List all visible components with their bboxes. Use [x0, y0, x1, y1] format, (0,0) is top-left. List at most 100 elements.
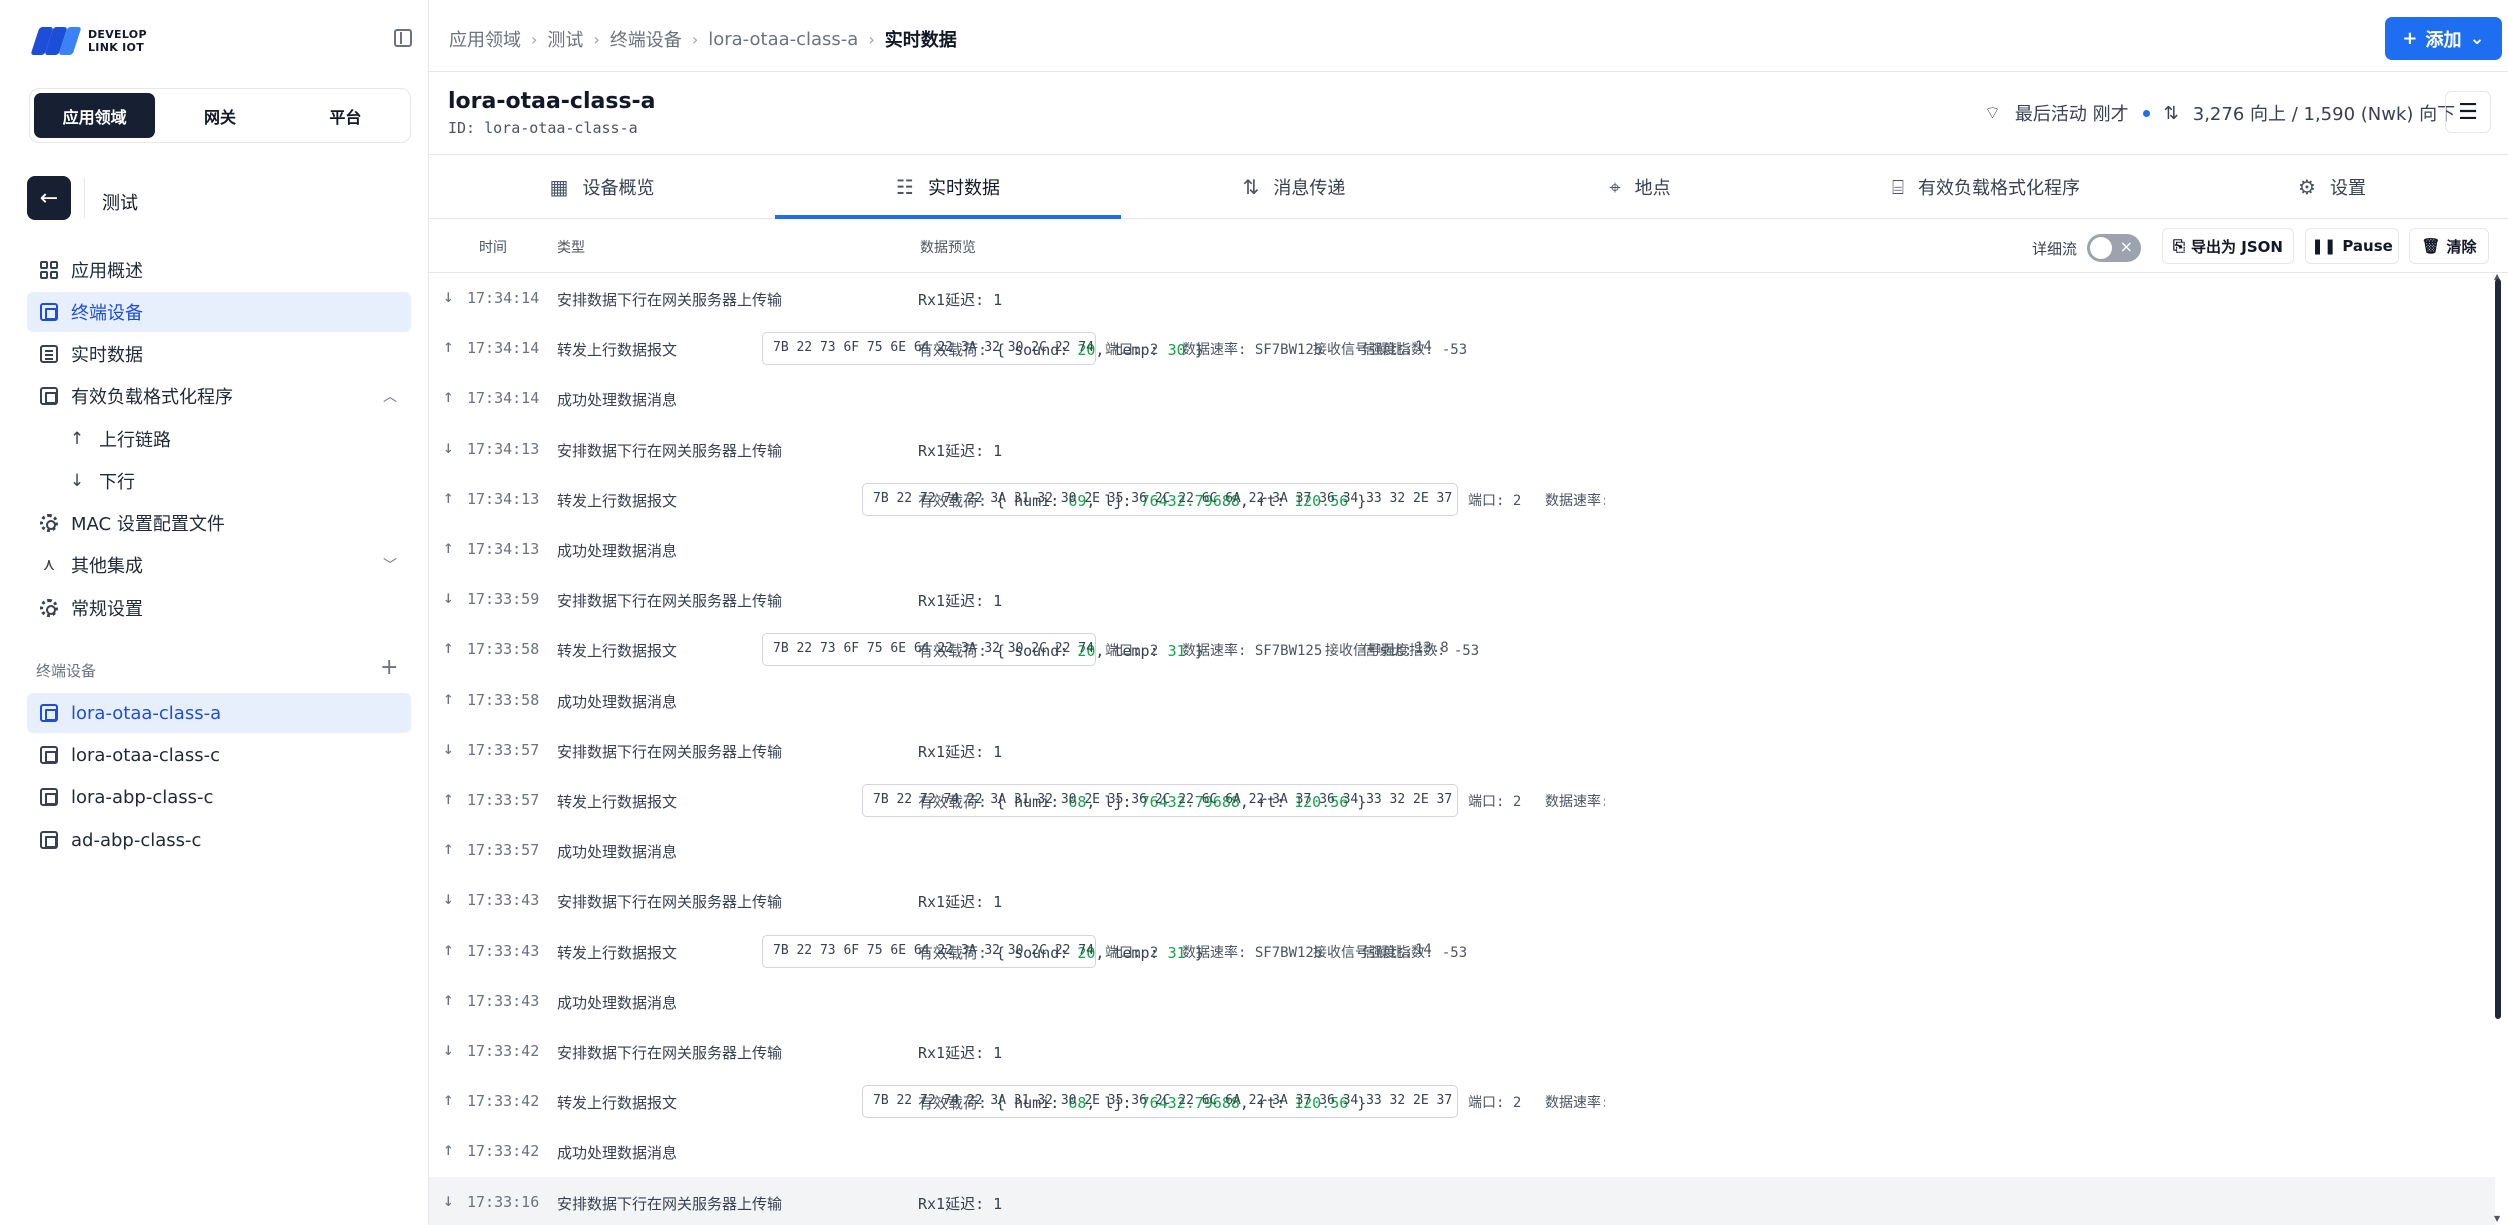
sidebar-item-app-overview[interactable]: 应用概述	[27, 250, 411, 290]
event-type: 安排数据下行在网关服务器上传输	[557, 742, 783, 761]
event-row[interactable]: ↑ 17:34:13 成功处理数据消息	[429, 524, 2495, 574]
event-preview: Rx1延迟: 1	[918, 742, 1003, 761]
clear-button[interactable]: 🗑 清除	[2409, 228, 2489, 264]
chevron-right-icon: ›	[531, 29, 538, 49]
event-row[interactable]: ↑ 17:33:57 成功处理数据消息	[429, 825, 2495, 875]
event-row[interactable]: ↑ 17:33:43 转发上行数据报文 有效载荷: { sound: 20, temp…	[429, 926, 2495, 976]
arrow-up-icon: ↑	[443, 988, 454, 1010]
tab-live-data[interactable]: ☷ 实时数据	[775, 155, 1121, 219]
event-row[interactable]: ↓ 17:33:59 安排数据下行在网关服务器上传输 Rx1延迟: 1	[429, 574, 2495, 624]
breadcrumb-item[interactable]: 测试	[547, 26, 583, 52]
breadcrumb-item[interactable]: 终端设备	[610, 26, 682, 52]
tab-payload-formatters[interactable]: ⌸ 有效负载格式化程序	[1813, 155, 2159, 218]
pause-button[interactable]: ❚❚ Pause	[2305, 228, 2399, 264]
scope-switcher: 应用领域 网关 平台	[29, 88, 411, 143]
raw-payload-hex[interactable]: 7B 22 73 6F 75 6E 64 22 3A 32 30 2C 22 7…	[762, 934, 1096, 968]
event-row[interactable]: ↓ 17:34:13 安排数据下行在网关服务器上传输 Rx1延迟: 1	[429, 424, 2495, 474]
add-device-icon[interactable]: +	[380, 655, 398, 680]
event-row[interactable]: ↓ 17:33:16 安排数据下行在网关服务器上传输 Rx1延迟: 1	[429, 1176, 2495, 1225]
event-row[interactable]: ↑ 17:34:14 转发上行数据报文 有效载荷: { sound: 20, temp…	[429, 323, 2495, 373]
event-type: 转发上行数据报文	[557, 341, 678, 360]
event-time: 17:33:59	[467, 590, 540, 609]
event-row[interactable]: ↑ 17:33:42 成功处理数据消息	[429, 1126, 2495, 1176]
data-rate: 数据速率: SF7BW125	[1545, 492, 1605, 509]
hamburger-menu-button[interactable]: ☰	[2445, 91, 2491, 133]
sidebar-item-integrations[interactable]: ⋏ 其他集成 ﹀	[27, 545, 411, 585]
sidebar-item-live-data[interactable]: 实时数据	[27, 334, 411, 374]
tab-location[interactable]: ⌖ 地点	[1467, 155, 1813, 218]
breadcrumb-item[interactable]: 应用领域	[449, 26, 521, 52]
device-item-ad-abp-class-c[interactable]: ad-abp-class-c	[27, 820, 411, 860]
segment-applications[interactable]: 应用领域	[34, 93, 156, 138]
sidebar-collapse-icon[interactable]	[394, 29, 412, 47]
device-item-lora-abp-class-c[interactable]: lora-abp-class-c	[27, 777, 411, 817]
export-json-button[interactable]: ⎘ 导出为 JSON	[2162, 228, 2294, 264]
event-row[interactable]: ↓ 17:33:42 安排数据下行在网关服务器上传输 Rx1延迟: 1	[429, 1026, 2495, 1076]
updown-icon: ⇅	[2163, 102, 2179, 124]
tab-label: 实时数据	[927, 177, 1000, 199]
event-type: 成功处理数据消息	[557, 391, 678, 410]
back-button[interactable]: ←	[27, 176, 71, 220]
event-type: 成功处理数据消息	[557, 843, 678, 862]
breadcrumb-item[interactable]: lora-otaa-class-a	[708, 29, 858, 50]
events-toolbar: 时间 类型 数据预览 详细流 × ⎘ 导出为 JSON ❚❚ Pause 🗑 清…	[429, 219, 2508, 273]
raw-payload-hex[interactable]: 7B 22 72 74 22 3A 31 32 30 2E 35 36 2C 2…	[862, 784, 1458, 817]
event-type: 转发上行数据报文	[557, 1094, 678, 1113]
sidebar-item-payload-formatters[interactable]: 有效负载格式化程序 ︿	[27, 376, 411, 416]
chevron-up-icon: ︿	[383, 389, 397, 405]
data-rate: 数据速率: SF7BW125	[1182, 643, 1323, 660]
segment-gateways[interactable]: 网关	[159, 93, 280, 138]
tab-label: 设备概览	[582, 177, 655, 199]
event-row[interactable]: ↑ 17:34:14 成功处理数据消息	[429, 373, 2495, 423]
event-type: 安排数据下行在网关服务器上传输	[557, 592, 783, 611]
tab-messaging[interactable]: ⇅ 消息传递	[1121, 155, 1467, 218]
add-button[interactable]: + 添加 ⌄	[2385, 17, 2502, 60]
verbose-toggle[interactable]: ×	[2087, 234, 2142, 262]
chip-icon	[39, 787, 59, 807]
sidebar-item-general-settings[interactable]: 常规设置	[27, 588, 411, 628]
arrow-up-icon: ↑	[443, 838, 454, 860]
event-row[interactable]: ↓ 17:34:14 安排数据下行在网关服务器上传输 Rx1延迟: 1	[429, 273, 2495, 323]
event-time: 17:34:14	[467, 389, 540, 408]
arrow-up-icon: ↑	[443, 938, 454, 960]
event-row[interactable]: ↓ 17:33:57 安排数据下行在网关服务器上传输 Rx1延迟: 1	[429, 725, 2495, 775]
arrow-up-icon: ↑	[69, 429, 85, 449]
raw-payload-hex[interactable]: 7B 22 73 6F 75 6E 64 22 3A 32 30 2C 22 7…	[762, 332, 1096, 366]
event-time: 17:33:58	[467, 690, 540, 709]
event-time: 17:34:14	[467, 339, 540, 358]
sidebar-item-uplink[interactable]: ↑ 上行链路	[55, 419, 411, 459]
raw-payload-hex[interactable]: 7B 22 73 6F 75 6E 64 22 3A 32 30 2C 22 7…	[762, 633, 1096, 667]
device-item-lora-otaa-class-a[interactable]: lora-otaa-class-a	[27, 693, 411, 733]
sidebar-item-downlink[interactable]: ↓ 下行	[55, 461, 411, 501]
scroll-down-icon[interactable]: ▼	[2494, 1214, 2500, 1223]
arrow-left-icon: ←	[39, 185, 59, 211]
integration-icon: ⋏	[42, 555, 56, 575]
event-preview: Rx1延迟: 1	[918, 291, 1003, 309]
column-header-type: 类型	[557, 240, 585, 256]
event-row[interactable]: ↑ 17:33:43 成功处理数据消息	[429, 976, 2495, 1026]
device-item-label: lora-otaa-class-c	[71, 744, 220, 766]
device-item-label: lora-otaa-class-a	[71, 702, 222, 724]
device-item-lora-otaa-class-c[interactable]: lora-otaa-class-c	[27, 735, 411, 775]
event-row[interactable]: ↑ 17:33:42 转发上行数据报文 有效载荷: { humi: 68, lj: 7…	[429, 1076, 2495, 1126]
segment-platform[interactable]: 平台	[285, 93, 406, 138]
application-name: 测试	[102, 193, 138, 214]
device-tabs: ▦ 设备概览 ☷ 实时数据 ⇅ 消息传递 ⌖ 地点 ⌸ 有效负载格式化程序 ⚙ …	[429, 155, 2508, 219]
tab-device-overview[interactable]: ▦ 设备概览	[429, 155, 775, 218]
logo-line1: DEVELOP	[88, 28, 147, 41]
event-row[interactable]: ↑ 17:33:57 转发上行数据报文 有效载荷: { humi: 68, lj: 7…	[429, 775, 2495, 825]
raw-payload-hex[interactable]: 7B 22 72 74 22 3A 31 32 30 2E 35 36 2C 2…	[862, 482, 1458, 516]
event-row[interactable]: ↑ 17:34:13 转发上行数据报文 有效载荷: { humi: 69, lj: 7…	[429, 474, 2495, 524]
event-row[interactable]: ↑ 17:33:58 转发上行数据报文 有效载荷: { sound: 20, temp…	[429, 624, 2495, 674]
sidebar-item-mac-settings[interactable]: MAC 设置配置文件	[27, 503, 411, 543]
breadcrumb: 应用领域 › 测试 › 终端设备 › lora-otaa-class-a › 实…	[449, 26, 957, 52]
sidebar-item-end-devices[interactable]: 终端设备	[27, 292, 411, 332]
breadcrumb-current: 实时数据	[884, 30, 957, 51]
tab-settings[interactable]: ⚙ 设置	[2159, 155, 2505, 218]
event-row[interactable]: ↓ 17:33:43 安排数据下行在网关服务器上传输 Rx1延迟: 1	[429, 875, 2495, 925]
raw-payload-hex[interactable]: 7B 22 72 74 22 3A 31 32 30 2E 35 36 2C 2…	[862, 1085, 1458, 1119]
chip-icon	[39, 830, 59, 850]
brand-logo[interactable]: DEVELOP LINK IOT	[30, 27, 147, 55]
scrollbar[interactable]	[2495, 279, 2501, 1019]
event-row[interactable]: ↑ 17:33:58 成功处理数据消息	[429, 675, 2495, 725]
